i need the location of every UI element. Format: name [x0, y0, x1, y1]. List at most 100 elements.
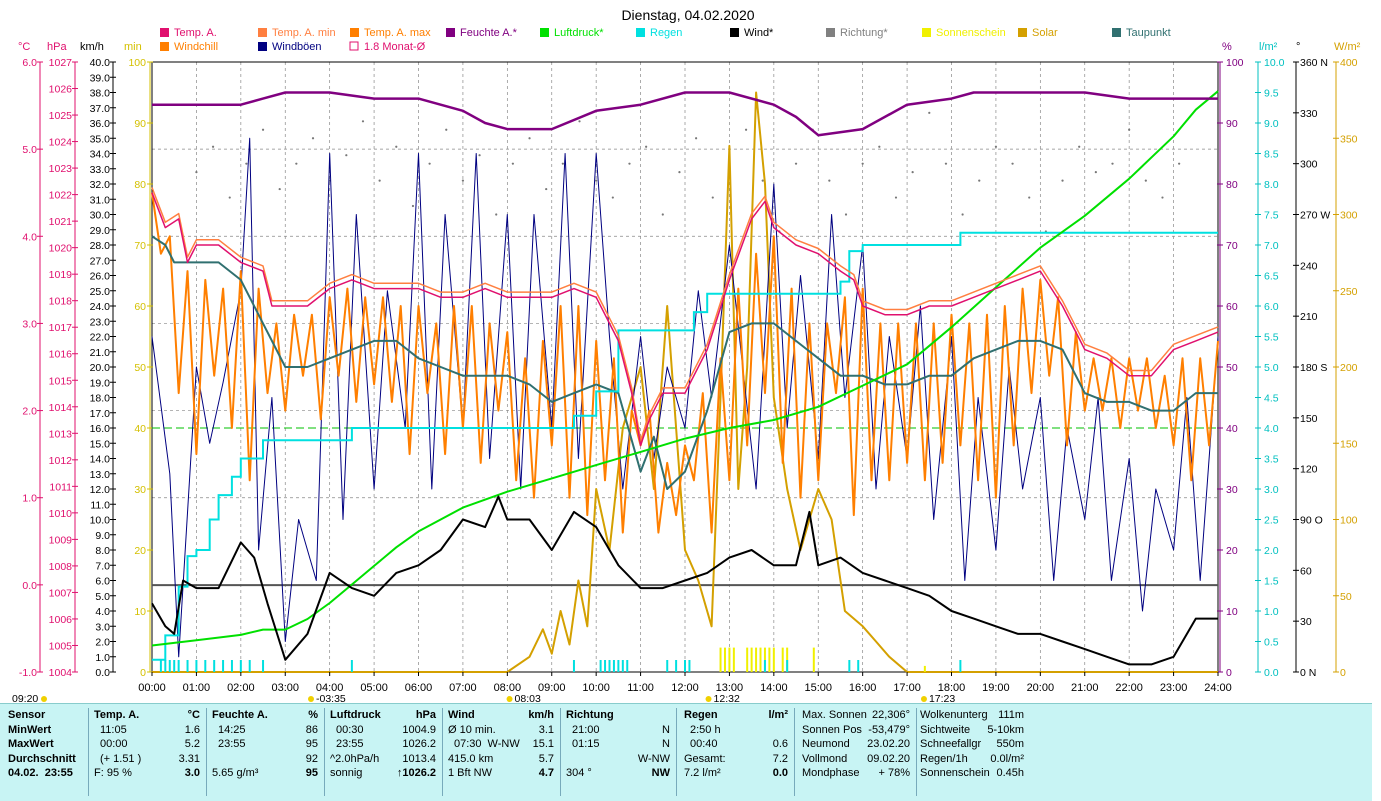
direction-point	[311, 137, 315, 140]
solar-axis-label: 250	[1340, 286, 1358, 298]
direction-point	[1161, 196, 1164, 199]
pressure-axis-label: 1013	[49, 428, 73, 440]
stats-temp-unit: °C	[187, 709, 200, 721]
rain-axis-label: 9.5	[1264, 88, 1279, 100]
wind-axis-label: 35.0	[90, 133, 111, 145]
pressure-axis-label: 1017	[49, 322, 73, 334]
direction-point	[245, 162, 248, 165]
legend-swatch	[349, 41, 359, 51]
stats-cloud-value: 550m	[996, 738, 1024, 751]
pressure-axis-label: 1020	[49, 243, 73, 255]
direction-axis-label: 180 S	[1300, 362, 1327, 374]
sun-event-label: 12:32	[714, 693, 740, 703]
legend-label: Windböen	[272, 41, 322, 53]
stats-row-label: MinWert	[8, 723, 52, 736]
wind-axis-label: 13.0	[90, 469, 111, 481]
sunmin-axis-label: 50	[134, 362, 146, 374]
wind-axis-label: 36.0	[90, 118, 111, 130]
direction-point	[561, 162, 564, 165]
wind-axis-label: 37.0	[90, 103, 111, 115]
sun-icon	[41, 696, 47, 702]
stats-cloud-label: Sichtweite	[920, 723, 971, 736]
direction-point	[545, 187, 548, 191]
direction-point	[1178, 162, 1181, 165]
stats-humidity-min-time: 14:25	[218, 723, 246, 736]
direction-point	[761, 179, 764, 182]
stats-panel: Sensor MinWert MaxWert Durchschnitt 04.0…	[0, 703, 1372, 801]
legend-label: Temp. A. max	[364, 27, 431, 39]
solar-axis-label: 200	[1340, 362, 1358, 374]
direction-point	[928, 111, 931, 114]
direction-point	[794, 162, 798, 165]
rain-axis-label: 8.5	[1264, 149, 1279, 161]
stats-rain-sum: 7.2 l/m²	[684, 767, 721, 780]
time-tick-label: 15:00	[804, 682, 832, 694]
stats-divider	[442, 708, 443, 796]
pressure-axis-label: 1023	[49, 163, 73, 175]
time-tick-label: 06:00	[405, 682, 433, 694]
humidity-axis-label: 40	[1226, 423, 1238, 435]
stats-rain-unit: l/m²	[768, 709, 788, 721]
direction-point	[645, 145, 648, 148]
legend-label: Sonnenschein	[936, 27, 1006, 39]
wind-axis-label: 9.0	[95, 530, 110, 542]
pressure-axis-label: 1004	[49, 667, 73, 679]
rain-axis-label: 3.0	[1264, 484, 1279, 496]
humidity-axis-label: 100	[1226, 57, 1244, 69]
direction-point	[1061, 179, 1064, 182]
humidity-axis-label: 20	[1226, 545, 1238, 557]
wind-axis-label: 39.0	[90, 72, 111, 84]
pressure-axis-label: 1009	[49, 534, 73, 546]
stats-temp-avg: 3.31	[178, 752, 200, 765]
wind-axis-label: 33.0	[90, 164, 111, 176]
stats-divider	[206, 708, 207, 796]
direction-point	[894, 196, 898, 199]
stats-astro-value: + 78%	[878, 767, 911, 780]
direction-point	[828, 179, 831, 182]
direction-point	[261, 128, 265, 131]
wind-axis-label: 21.0	[90, 347, 111, 359]
time-tick-label: 11:00	[627, 682, 654, 694]
stats-divider	[676, 708, 677, 796]
legend-swatch	[1018, 28, 1027, 37]
stats-wind-header: Wind	[448, 709, 475, 721]
temp-axis-label: 2.0	[22, 406, 37, 418]
direction-point	[695, 137, 698, 140]
direction-point	[495, 213, 498, 216]
rain-axis-label: 7.0	[1264, 240, 1279, 252]
temp-axis-label: 0.0	[22, 580, 37, 592]
sunmin-axis-label: 20	[134, 545, 146, 557]
axis-unit-humidity: %	[1222, 41, 1232, 53]
direction-point	[511, 162, 514, 165]
stats-humidity-column: Feuchte A.% 14:25 86 23:55 95 92 5.65 g/m³…	[212, 708, 318, 781]
wind-axis-label: 40.0	[90, 57, 111, 69]
stats-humidity-absolute: 5.65 g/m³	[212, 767, 259, 780]
stats-wind-bft: 1 Bft NW	[448, 767, 493, 780]
humidity-axis-label: 50	[1226, 362, 1238, 374]
stats-pressure-current: ↑1026.2	[396, 767, 436, 780]
legend-label: 1.8 Monat-Ø	[364, 41, 426, 53]
rain-axis-label: 1.5	[1264, 576, 1279, 588]
legend-swatch	[730, 28, 739, 37]
wind-axis-label: 2.0	[95, 637, 110, 649]
stats-wind-run: 415.0 km	[448, 752, 494, 765]
direction-point	[711, 196, 714, 199]
time-tick-label: 23:00	[1160, 682, 1188, 694]
wind-axis-label: 24.0	[90, 301, 111, 313]
solar-axis-label: 150	[1340, 438, 1358, 450]
wind-axis-label: 38.0	[90, 88, 111, 100]
direction-point	[944, 162, 948, 165]
time-tick-label: 09:00	[538, 682, 566, 694]
wind-axis-label: 3.0	[95, 621, 110, 633]
wind-axis-label: 29.0	[90, 225, 111, 237]
time-tick-label: 22:00	[1115, 682, 1143, 694]
sunmin-axis-label: 60	[134, 301, 146, 313]
pressure-axis-label: 1014	[49, 402, 73, 414]
humidity-axis-label: 60	[1226, 301, 1238, 313]
direction-point	[961, 213, 964, 216]
pressure-axis-label: 1021	[49, 216, 73, 228]
temp-axis-label: 6.0	[22, 57, 37, 69]
stats-temp-humidity: F: 95 %	[94, 767, 132, 780]
sun-event-label: 08:03	[515, 693, 541, 703]
wind-axis-label: 22.0	[90, 332, 111, 344]
